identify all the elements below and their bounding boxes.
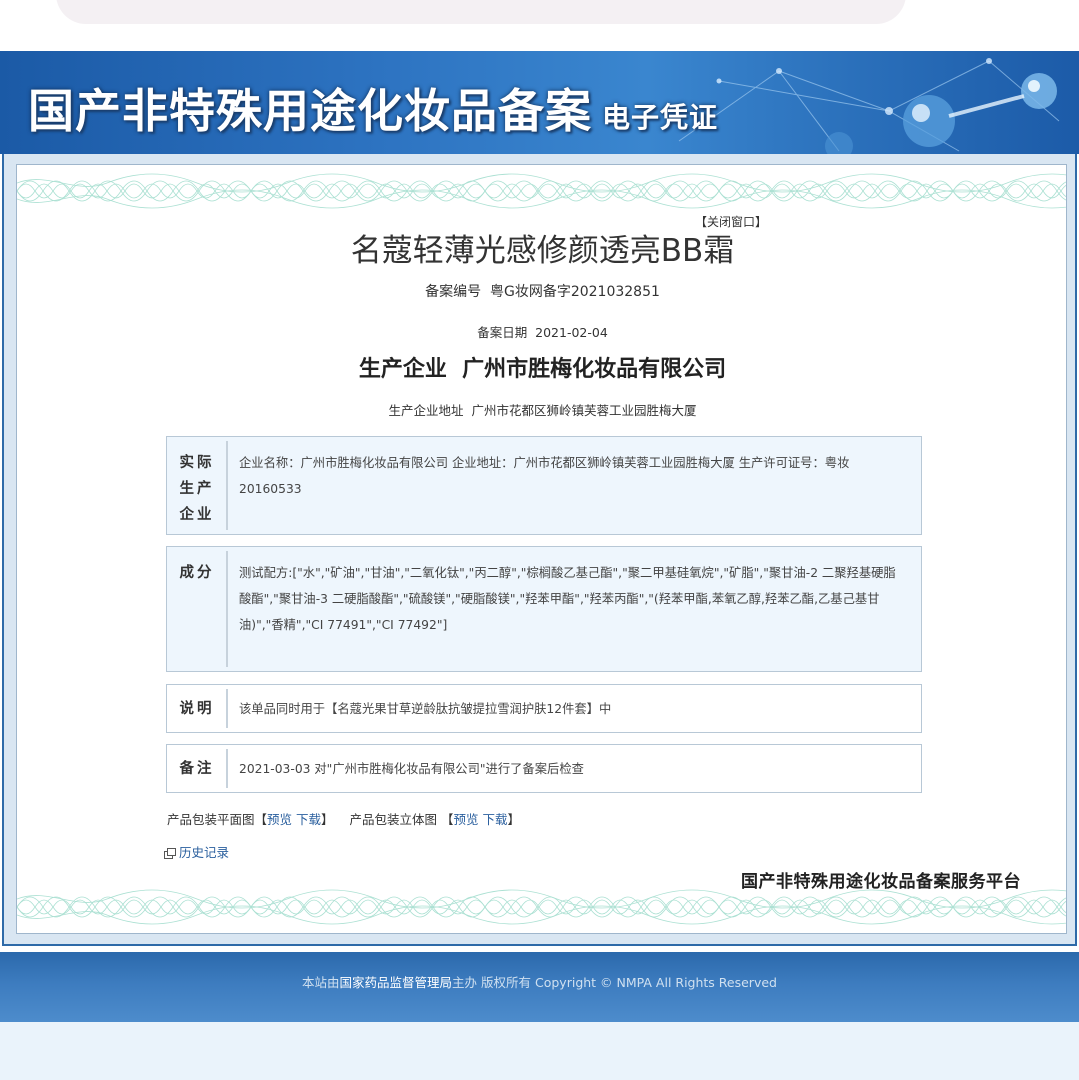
description-text: 该单品同时用于【名蔻光果甘草逆龄肽抗皱提拉雪润护肤12件套】中	[239, 702, 612, 716]
manufacturer-address-value: 广州市花都区狮岭镇芙蓉工业园胜梅大厦	[471, 403, 697, 418]
copyright-notice: 本站由国家药品监督管理局主办 版权所有 Copyright © NMPA All…	[0, 972, 1079, 991]
remarks-text: 2021-03-03 对"广州市胜梅化妆品有限公司"进行了备案后检查	[239, 762, 584, 776]
banner-title: 国产非特殊用途化妆品备案 电子凭证	[28, 75, 718, 141]
banner-title-text: 国产非特殊用途化妆品备案	[28, 84, 592, 138]
stereo-package-label: 产品包装立体图	[349, 812, 437, 827]
registration-date: 备案日期 2021-02-04	[17, 322, 1066, 341]
manufacturer-label: 生产企业	[358, 357, 447, 382]
header-banner: 国产非特殊用途化妆品备案 电子凭证	[0, 51, 1079, 154]
manufacturer: 生产企业 广州市胜梅化妆品有限公司	[17, 351, 1066, 383]
flat-package-label: 产品包装平面图	[167, 812, 255, 827]
label-line: 生产	[179, 481, 215, 497]
ingredients-label: 成分	[179, 565, 215, 581]
ingredients-section: 成分 测试配方:["水","矿油","甘油","二氧化钛","丙二醇","棕榈酸…	[166, 546, 922, 672]
registration-date-label: 备案日期	[477, 325, 528, 340]
label-line: 实际	[179, 455, 215, 471]
ingredients-text: 测试配方:["水","矿油","甘油","二氧化钛","丙二醇","棕榈酸乙基己…	[239, 566, 896, 632]
description-label: 说明	[179, 701, 215, 717]
molecule-network-decoration	[678, 58, 1060, 154]
certificate-card: 【关闭窗口】 名蔻轻薄光感修颜透亮BB霜 备案编号 粤G妆网备字20210328…	[16, 164, 1067, 934]
divider	[226, 441, 228, 530]
guilloche-bottom-decoration	[17, 889, 1066, 925]
manufacturer-address: 生产企业地址 广州市花都区狮岭镇芙蓉工业园胜梅大厦	[17, 400, 1066, 419]
footer-prefix: 本站由	[302, 975, 340, 990]
divider	[226, 689, 228, 728]
history-link-row: 历史记录	[164, 842, 229, 861]
history-records-link[interactable]: 历史记录	[179, 845, 229, 860]
manufacturer-address-label: 生产企业地址	[388, 403, 464, 418]
stereo-download-link[interactable]: 下载	[482, 812, 507, 827]
top-rounded-panel	[56, 0, 906, 24]
new-window-icon	[164, 848, 176, 859]
guilloche-top-decoration	[17, 167, 1066, 215]
registration-number-value: 粤G妆网备字2021032851	[489, 284, 660, 300]
flat-download-link[interactable]: 下载	[296, 812, 321, 827]
site-footer: 本站由国家药品监督管理局主办 版权所有 Copyright © NMPA All…	[0, 952, 1079, 1022]
footer-organization: 国家药品监督管理局	[339, 975, 453, 990]
page-bottom-area	[0, 1022, 1079, 1080]
divider	[226, 749, 228, 788]
remarks-section: 备注 2021-03-03 对"广州市胜梅化妆品有限公司"进行了备案后检查	[166, 744, 922, 793]
flat-preview-link[interactable]: 预览	[267, 812, 292, 827]
manufacturer-value: 广州市胜梅化妆品有限公司	[462, 357, 727, 382]
packaging-links: 产品包装平面图【预览 下载】 产品包装立体图 【预览 下载】	[167, 812, 520, 827]
label-line: 企业	[179, 507, 215, 523]
registration-number: 备案编号 粤G妆网备字2021032851	[17, 281, 1066, 301]
certificate-frame: 【关闭窗口】 名蔻轻薄光感修颜透亮BB霜 备案编号 粤G妆网备字20210328…	[2, 154, 1077, 946]
product-name: 名蔻轻薄光感修颜透亮BB霜	[350, 233, 735, 269]
registration-date-value: 2021-02-04	[535, 325, 608, 340]
actual-producer-label: 实际 生产 企业	[167, 450, 227, 528]
description-section: 说明 该单品同时用于【名蔻光果甘草逆龄肽抗皱提拉雪润护肤12件套】中	[166, 684, 922, 733]
remarks-label: 备注	[179, 761, 215, 777]
actual-producer-text: 企业名称：广州市胜梅化妆品有限公司 企业地址：广州市花都区狮岭镇芙蓉工业园胜梅大…	[239, 456, 850, 496]
divider	[226, 551, 228, 667]
registration-number-label: 备案编号	[425, 284, 482, 300]
footer-suffix: 主办 版权所有 Copyright © NMPA All Rights Rese…	[452, 975, 777, 990]
actual-producer-section: 实际 生产 企业 企业名称：广州市胜梅化妆品有限公司 企业地址：广州市花都区狮岭…	[166, 436, 922, 535]
stereo-preview-link[interactable]: 预览	[453, 812, 478, 827]
banner-subtitle: 电子凭证	[602, 101, 719, 134]
